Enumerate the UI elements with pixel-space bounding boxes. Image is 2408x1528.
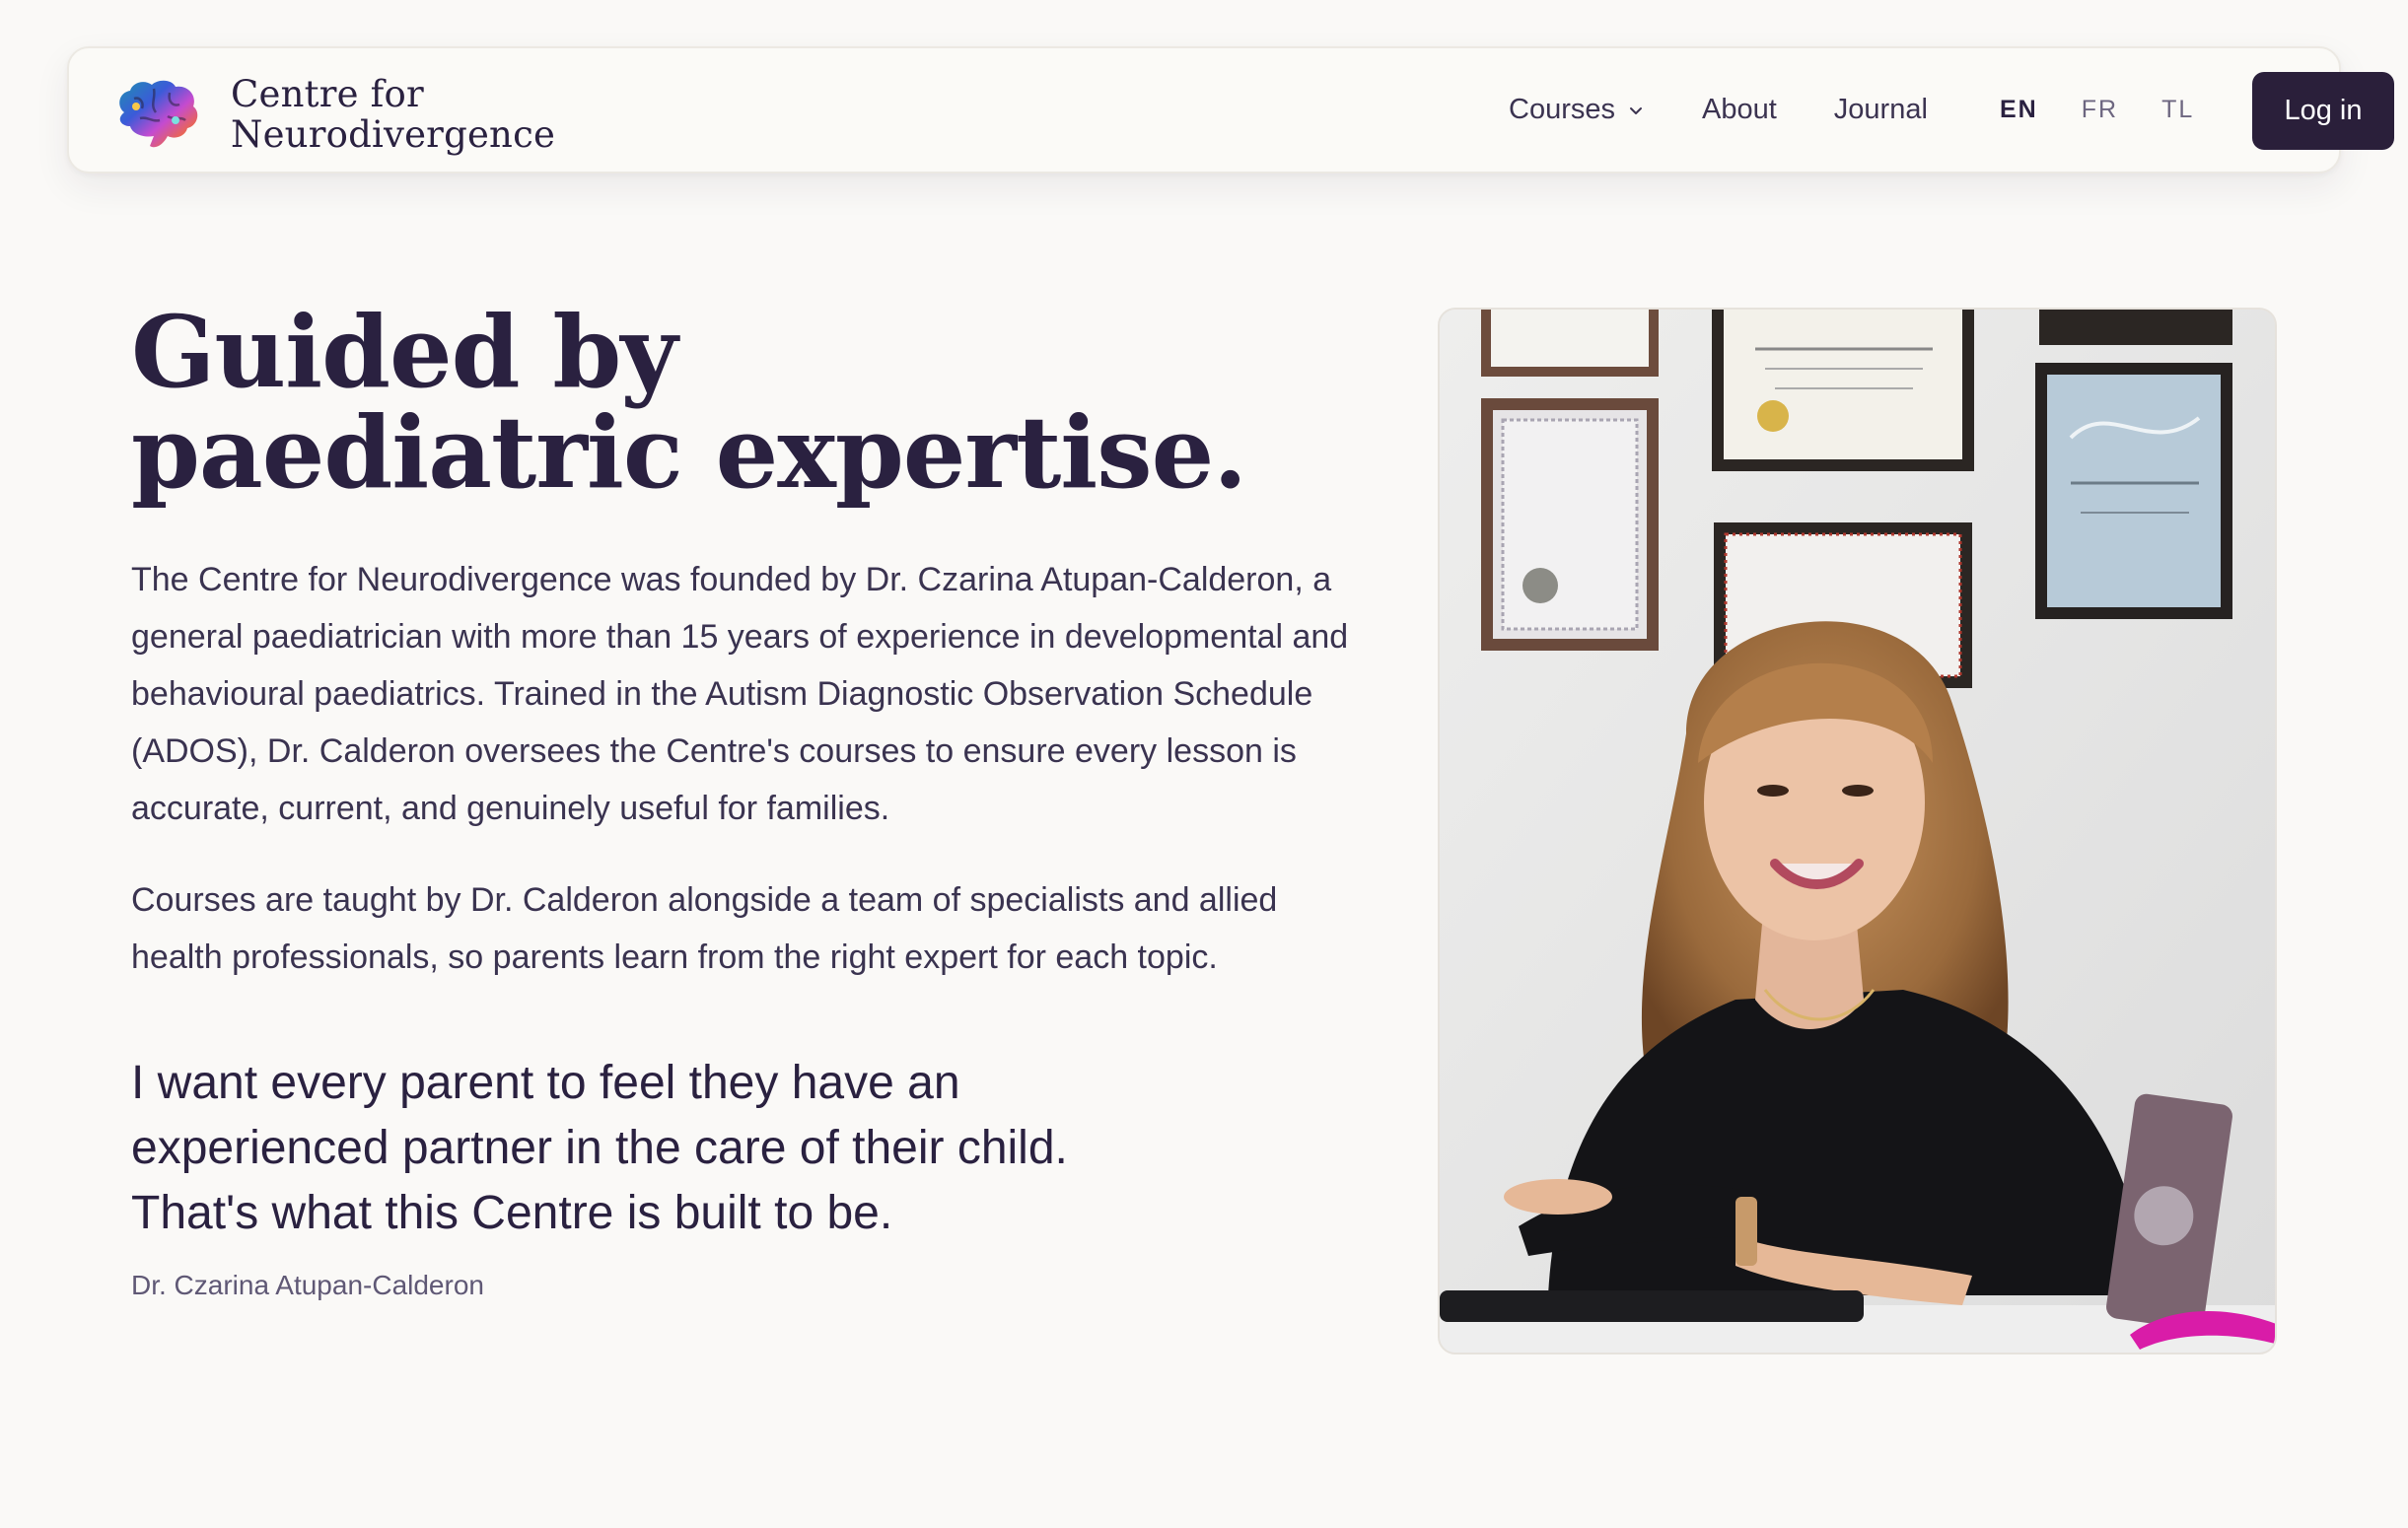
founder-photo [1438,308,2277,1354]
headline-line2: paediatric expertise. [131,394,1247,511]
founder-paragraph: The Centre for Neurodivergence was found… [131,561,1349,827]
page-title: Guided by paediatric expertise. [131,294,1247,511]
lang-fr[interactable]: FR [2082,96,2118,124]
lang-en[interactable]: EN [2000,96,2038,124]
founder-portrait-image [1440,310,2275,1353]
page: Centre for Neurodivergence Courses About… [0,0,2408,1528]
nav-about[interactable]: About [1702,94,1777,126]
nav-courses-label: Courses [1509,94,1615,125]
main-nav: Courses About Journal [1509,48,1985,172]
headline-line1: Guided by [131,294,677,410]
brand-name-line1: Centre for [231,73,424,115]
lang-tl[interactable]: TL [2161,96,2194,124]
language-switcher: EN FR TL [2000,48,2237,172]
quote-author: Dr. Czarina Atupan-Calderon [131,1270,484,1300]
login-button[interactable]: Log in [2252,72,2394,150]
founder-quote: I want every parent to feel they have an… [131,1057,1068,1239]
brain-icon [119,80,198,148]
nav-journal[interactable]: Journal [1834,94,1928,126]
nav-journal-label: Journal [1833,94,1928,125]
top-navbar: Centre for Neurodivergence Courses About… [67,46,2394,174]
nav-courses[interactable]: Courses [1509,94,1645,126]
brand-name: Centre for Neurodivergence [231,74,555,155]
chevron-down-icon [1630,106,1642,114]
team-paragraph: Courses are taught by Dr. Calderon along… [131,881,1278,976]
brand-home-link[interactable]: Centre for Neurodivergence [110,74,555,155]
brand-name-line2: Neurodivergence [231,113,556,156]
nav-about-label: About [1702,94,1777,125]
